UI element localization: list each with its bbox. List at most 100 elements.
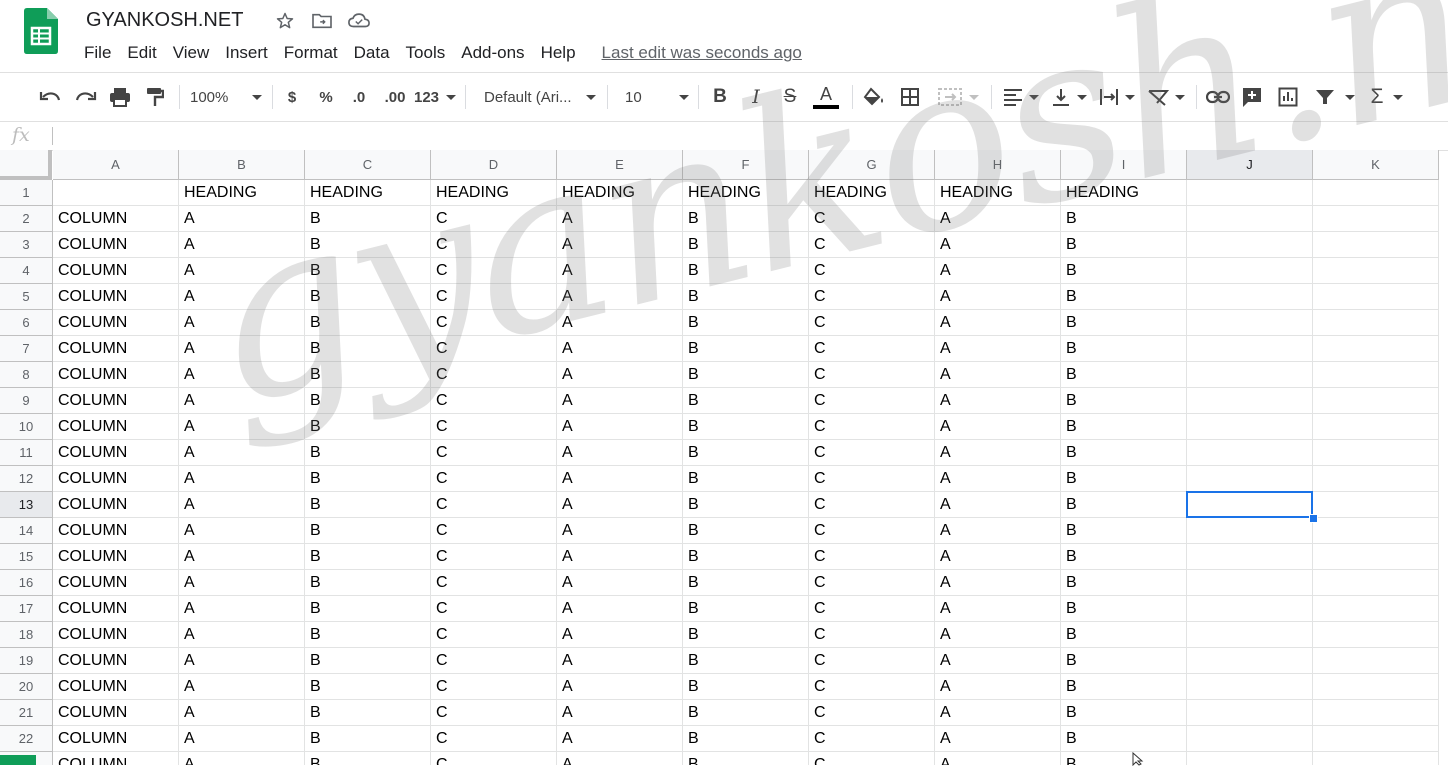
cell-d5[interactable]: C bbox=[431, 284, 557, 310]
cell-i4[interactable]: B bbox=[1061, 258, 1187, 284]
cell-d2[interactable]: C bbox=[431, 206, 557, 232]
cell-j16[interactable] bbox=[1187, 570, 1313, 596]
cell-f14[interactable]: B bbox=[683, 518, 809, 544]
cell-e20[interactable]: A bbox=[557, 674, 683, 700]
cell-i11[interactable]: B bbox=[1061, 440, 1187, 466]
cell-a4[interactable]: COLUMN bbox=[53, 258, 179, 284]
cell-c2[interactable]: B bbox=[305, 206, 431, 232]
decrease-decimal-button[interactable]: .0 bbox=[346, 83, 372, 111]
cell-f15[interactable]: B bbox=[683, 544, 809, 570]
cell-i3[interactable]: B bbox=[1061, 232, 1187, 258]
cell-e19[interactable]: A bbox=[557, 648, 683, 674]
cell-c11[interactable]: B bbox=[305, 440, 431, 466]
cell-e6[interactable]: A bbox=[557, 310, 683, 336]
cell-i14[interactable]: B bbox=[1061, 518, 1187, 544]
cell-c14[interactable]: B bbox=[305, 518, 431, 544]
cell-c15[interactable]: B bbox=[305, 544, 431, 570]
cell-c1[interactable]: HEADING bbox=[305, 180, 431, 206]
cell-e12[interactable]: A bbox=[557, 466, 683, 492]
menu-format[interactable]: Format bbox=[276, 40, 346, 66]
menu-insert[interactable]: Insert bbox=[217, 40, 276, 66]
cell-c9[interactable]: B bbox=[305, 388, 431, 414]
cell-d7[interactable]: C bbox=[431, 336, 557, 362]
column-header-i[interactable]: I bbox=[1061, 150, 1187, 180]
cell-c3[interactable]: B bbox=[305, 232, 431, 258]
cell-b21[interactable]: A bbox=[179, 700, 305, 726]
cell-a5[interactable]: COLUMN bbox=[53, 284, 179, 310]
cell-f19[interactable]: B bbox=[683, 648, 809, 674]
cell-d22[interactable]: C bbox=[431, 726, 557, 752]
cell-e13[interactable]: A bbox=[557, 492, 683, 518]
row-header-6[interactable]: 6 bbox=[0, 310, 53, 336]
cell-g11[interactable]: C bbox=[809, 440, 935, 466]
cell-j19[interactable] bbox=[1187, 648, 1313, 674]
cell-c8[interactable]: B bbox=[305, 362, 431, 388]
cell-a17[interactable]: COLUMN bbox=[53, 596, 179, 622]
cell-b2[interactable]: A bbox=[179, 206, 305, 232]
cell-k11[interactable] bbox=[1313, 440, 1439, 466]
cell-d14[interactable]: C bbox=[431, 518, 557, 544]
cell-h20[interactable]: A bbox=[935, 674, 1061, 700]
cell-a9[interactable]: COLUMN bbox=[53, 388, 179, 414]
cell-i20[interactable]: B bbox=[1061, 674, 1187, 700]
undo-icon[interactable] bbox=[38, 83, 62, 111]
cell-b14[interactable]: A bbox=[179, 518, 305, 544]
column-header-j[interactable]: J bbox=[1187, 150, 1313, 180]
cell-b11[interactable]: A bbox=[179, 440, 305, 466]
cell-a23[interactable]: COLUMN bbox=[53, 752, 179, 765]
cell-k18[interactable] bbox=[1313, 622, 1439, 648]
cell-f16[interactable]: B bbox=[683, 570, 809, 596]
cell-g20[interactable]: C bbox=[809, 674, 935, 700]
cell-a13[interactable]: COLUMN bbox=[53, 492, 179, 518]
cell-j1[interactable] bbox=[1187, 180, 1313, 206]
text-color-button[interactable]: A bbox=[812, 83, 840, 111]
cell-e7[interactable]: A bbox=[557, 336, 683, 362]
cell-i2[interactable]: B bbox=[1061, 206, 1187, 232]
cell-c5[interactable]: B bbox=[305, 284, 431, 310]
fill-color-icon[interactable] bbox=[862, 83, 886, 111]
cell-j20[interactable] bbox=[1187, 674, 1313, 700]
cell-f1[interactable]: HEADING bbox=[683, 180, 809, 206]
cell-g9[interactable]: C bbox=[809, 388, 935, 414]
row-header-20[interactable]: 20 bbox=[0, 674, 53, 700]
text-wrapping-icon[interactable] bbox=[1098, 83, 1136, 111]
cell-f13[interactable]: B bbox=[683, 492, 809, 518]
cell-j15[interactable] bbox=[1187, 544, 1313, 570]
font-size-select[interactable]: 10 bbox=[625, 83, 689, 111]
cell-k17[interactable] bbox=[1313, 596, 1439, 622]
cell-k5[interactable] bbox=[1313, 284, 1439, 310]
cell-j8[interactable] bbox=[1187, 362, 1313, 388]
cell-k15[interactable] bbox=[1313, 544, 1439, 570]
cell-c7[interactable]: B bbox=[305, 336, 431, 362]
cell-b19[interactable]: A bbox=[179, 648, 305, 674]
cell-g7[interactable]: C bbox=[809, 336, 935, 362]
cell-g18[interactable]: C bbox=[809, 622, 935, 648]
redo-icon[interactable] bbox=[74, 83, 98, 111]
cell-g3[interactable]: C bbox=[809, 232, 935, 258]
cell-c6[interactable]: B bbox=[305, 310, 431, 336]
cell-e9[interactable]: A bbox=[557, 388, 683, 414]
cell-e11[interactable]: A bbox=[557, 440, 683, 466]
print-icon[interactable] bbox=[108, 83, 132, 111]
cell-a15[interactable]: COLUMN bbox=[53, 544, 179, 570]
cell-d20[interactable]: C bbox=[431, 674, 557, 700]
cell-g4[interactable]: C bbox=[809, 258, 935, 284]
more-formats-button[interactable]: 123 bbox=[414, 83, 456, 111]
cell-h17[interactable]: A bbox=[935, 596, 1061, 622]
cell-e23[interactable]: A bbox=[557, 752, 683, 765]
cell-b13[interactable]: A bbox=[179, 492, 305, 518]
cell-h23[interactable]: A bbox=[935, 752, 1061, 765]
cell-a16[interactable]: COLUMN bbox=[53, 570, 179, 596]
cell-h19[interactable]: A bbox=[935, 648, 1061, 674]
cell-h10[interactable]: A bbox=[935, 414, 1061, 440]
cell-k2[interactable] bbox=[1313, 206, 1439, 232]
cell-f10[interactable]: B bbox=[683, 414, 809, 440]
cell-a22[interactable]: COLUMN bbox=[53, 726, 179, 752]
cell-g21[interactable]: C bbox=[809, 700, 935, 726]
row-header-22[interactable]: 22 bbox=[0, 726, 53, 752]
row-header-15[interactable]: 15 bbox=[0, 544, 53, 570]
row-header-9[interactable]: 9 bbox=[0, 388, 53, 414]
borders-icon[interactable] bbox=[898, 83, 922, 111]
cell-a19[interactable]: COLUMN bbox=[53, 648, 179, 674]
cell-e4[interactable]: A bbox=[557, 258, 683, 284]
